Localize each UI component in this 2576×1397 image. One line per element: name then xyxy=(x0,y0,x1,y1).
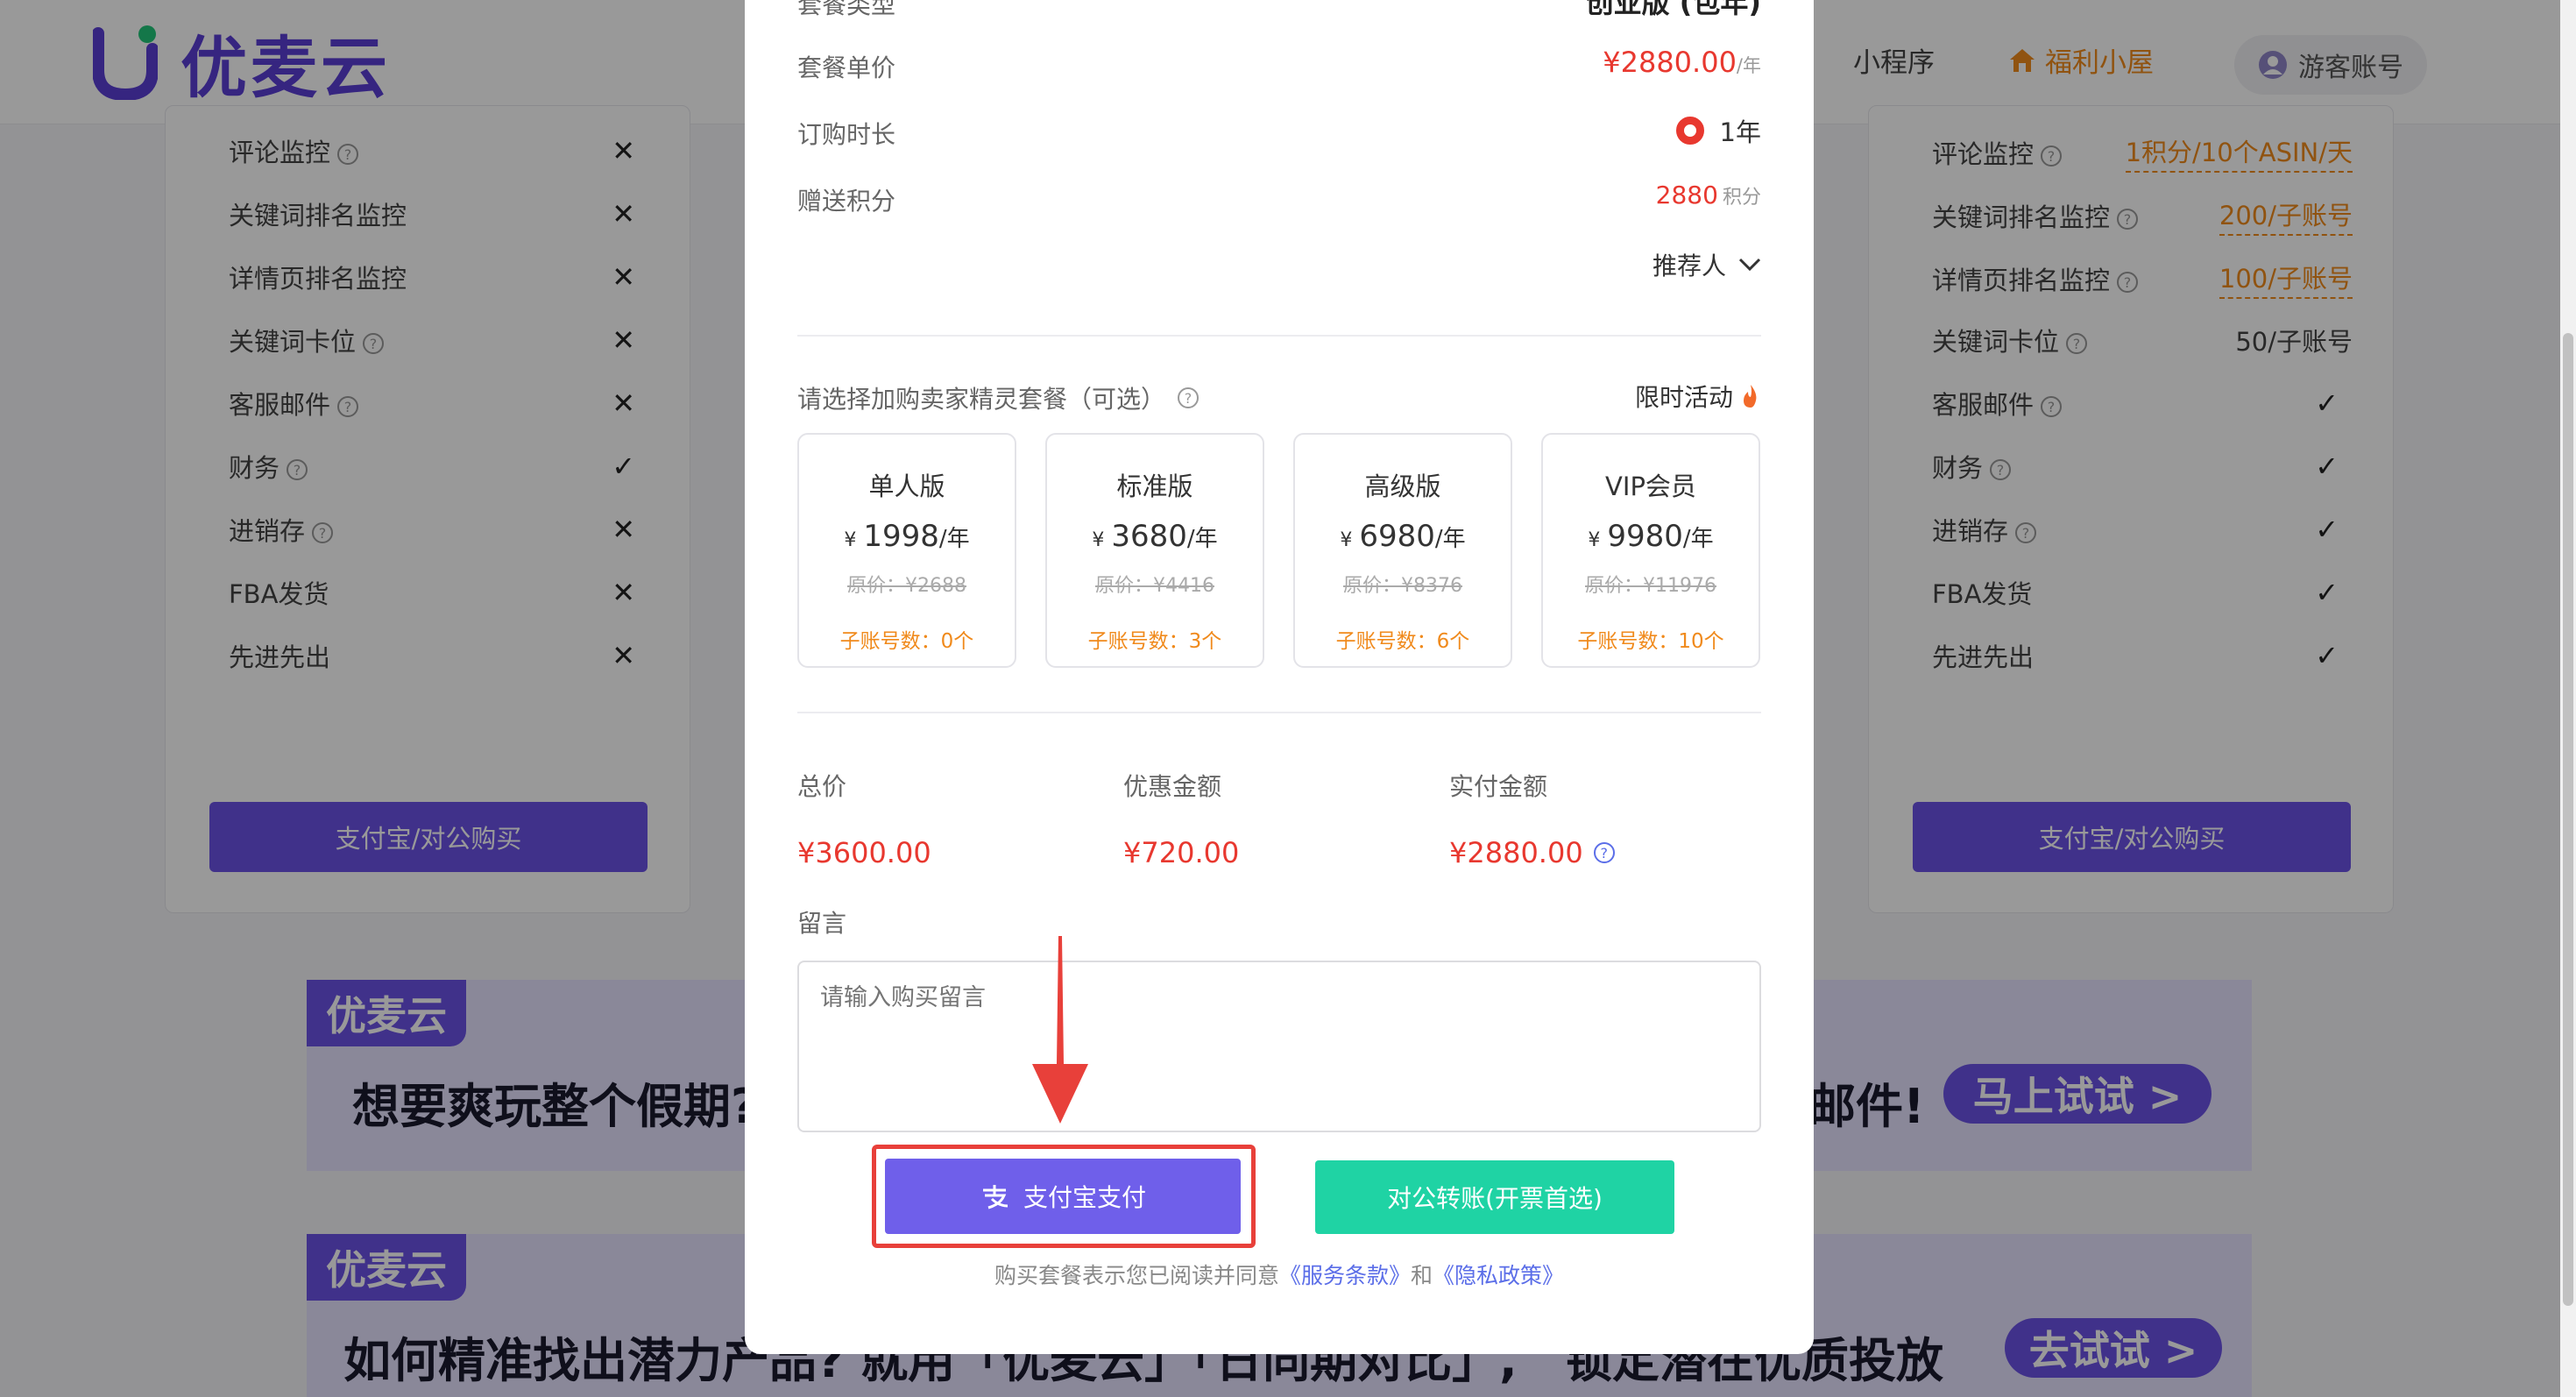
plan-price-value: 1998 xyxy=(863,519,939,554)
alipay-button-label: 支付宝支付 xyxy=(1023,1183,1146,1212)
points: 2880 积分 xyxy=(1656,181,1761,209)
referrer-label: 推荐人 xyxy=(1652,252,1726,280)
discount-value: ¥720.00 xyxy=(1123,836,1240,869)
plan-original-price: 原价：¥4416 xyxy=(1095,575,1214,597)
plan-sub-accounts: 子账号数：3个 xyxy=(1087,630,1222,653)
unit-price: ¥2880.00/年 xyxy=(1603,46,1761,79)
plan-price: ¥6980/年 xyxy=(1295,519,1511,554)
plan-currency: ¥ xyxy=(1092,529,1105,551)
alipay-icon xyxy=(982,1185,1008,1209)
plan-price-value: 3680 xyxy=(1111,519,1187,554)
fire-icon xyxy=(1744,385,1757,408)
plan-name: 高级版 xyxy=(1364,472,1441,501)
paid-help-icon[interactable]: ? xyxy=(1593,842,1615,863)
plan-price: ¥1998/年 xyxy=(799,519,1015,554)
addon-plan-card[interactable]: 标准版 ¥3680/年原价：¥4416 子账号数：3个 xyxy=(1045,433,1264,668)
plan-currency: ¥ xyxy=(844,529,857,551)
limited-activity: 限时活动 xyxy=(1635,379,1761,414)
duration-option-label: 1年 xyxy=(1719,117,1761,147)
plan-price-unit: /年 xyxy=(1434,526,1466,552)
plan-sub-accounts: 子账号数：0个 xyxy=(839,630,974,653)
points-value: 2880 xyxy=(1655,181,1718,209)
help-icon[interactable]: ? xyxy=(1178,387,1200,408)
unit-price-label: 套餐单价 xyxy=(797,53,896,82)
radio-selected-icon[interactable] xyxy=(1675,117,1704,145)
plan-price-unit: /年 xyxy=(1186,526,1218,552)
agreement-prefix: 购买套餐表示您已阅读并同意 xyxy=(994,1263,1279,1288)
bank-transfer-label: 对公转账(开票首选) xyxy=(1387,1184,1603,1213)
discount-label: 优惠金额 xyxy=(1123,772,1222,801)
plan-price-value: 6980 xyxy=(1359,519,1435,554)
plan-price-unit: /年 xyxy=(938,526,970,552)
points-label: 赠送积分 xyxy=(797,187,896,216)
scrollbar-thumb[interactable] xyxy=(2563,333,2573,1306)
total-label: 总价 xyxy=(797,772,847,801)
message-input[interactable] xyxy=(797,961,1761,1132)
total-value: ¥3600.00 xyxy=(797,836,931,869)
plan-price: ¥3680/年 xyxy=(1047,519,1263,554)
plan-original-price: 原价：¥2688 xyxy=(847,575,966,597)
addon-plan-card[interactable]: 单人版 ¥1998/年原价：¥2688 子账号数：0个 xyxy=(797,433,1016,668)
package-type-label: 套餐类型 xyxy=(797,0,896,19)
annotation-arrow-icon xyxy=(1032,936,1088,1124)
divider xyxy=(797,335,1761,337)
plan-price-unit: /年 xyxy=(1682,526,1714,552)
plan-currency: ¥ xyxy=(1340,529,1353,551)
addon-plan-card[interactable]: 高级版 ¥6980/年原价：¥8376 子账号数：6个 xyxy=(1293,433,1512,668)
addon-title-text: 请选择加购卖家精灵套餐（可选） xyxy=(797,385,1166,414)
terms-link[interactable]: 《服务条款》 xyxy=(1279,1263,1411,1288)
addon-title: 请选择加购卖家精灵套餐（可选） ? xyxy=(797,380,1200,415)
chevron-down-icon xyxy=(1738,258,1761,272)
duration-label: 订购时长 xyxy=(797,120,896,149)
plan-original-price: 原价：¥8376 xyxy=(1343,575,1462,597)
unit-price-value: ¥2880.00 xyxy=(1603,46,1737,79)
plan-sub-accounts: 子账号数：6个 xyxy=(1335,630,1470,653)
bank-transfer-button[interactable]: 对公转账(开票首选) xyxy=(1315,1160,1674,1234)
limited-activity-label: 限时活动 xyxy=(1634,383,1733,412)
paid-value: ¥2880.00 xyxy=(1449,836,1583,869)
plan-name: VIP会员 xyxy=(1605,472,1696,501)
referrer-toggle[interactable]: 推荐人 xyxy=(1652,247,1761,282)
agreement-and: 和 xyxy=(1411,1263,1433,1288)
plan-sub-accounts: 子账号数：10个 xyxy=(1577,630,1724,653)
divider xyxy=(797,712,1761,713)
plan-price-value: 9980 xyxy=(1607,519,1683,554)
plan-name: 标准版 xyxy=(1116,472,1193,501)
unit-price-unit: /年 xyxy=(1736,55,1761,76)
privacy-link[interactable]: 《隐私政策》 xyxy=(1433,1263,1564,1288)
plan-currency: ¥ xyxy=(1588,529,1601,551)
alipay-pay-button[interactable]: 支付宝支付 xyxy=(885,1159,1241,1234)
duration-option-1y[interactable]: 1年 xyxy=(1675,112,1761,149)
plan-price: ¥9980/年 xyxy=(1543,519,1759,554)
package-type-value: 创业版 (包年) xyxy=(1585,0,1761,19)
agreement-text: 购买套餐表示您已阅读并同意《服务条款》和《隐私政策》 xyxy=(745,1259,1814,1290)
plan-original-price: 原价：¥11976 xyxy=(1585,575,1716,597)
paid-amount: ¥2880.00 ? xyxy=(1449,836,1615,869)
paid-label: 实付金额 xyxy=(1449,772,1548,801)
points-unit: 积分 xyxy=(1722,187,1761,209)
message-label: 留言 xyxy=(797,909,847,938)
addon-plan-card[interactable]: VIP会员 ¥9980/年原价：¥11976 子账号数：10个 xyxy=(1541,433,1760,668)
plan-name: 单人版 xyxy=(868,472,945,501)
